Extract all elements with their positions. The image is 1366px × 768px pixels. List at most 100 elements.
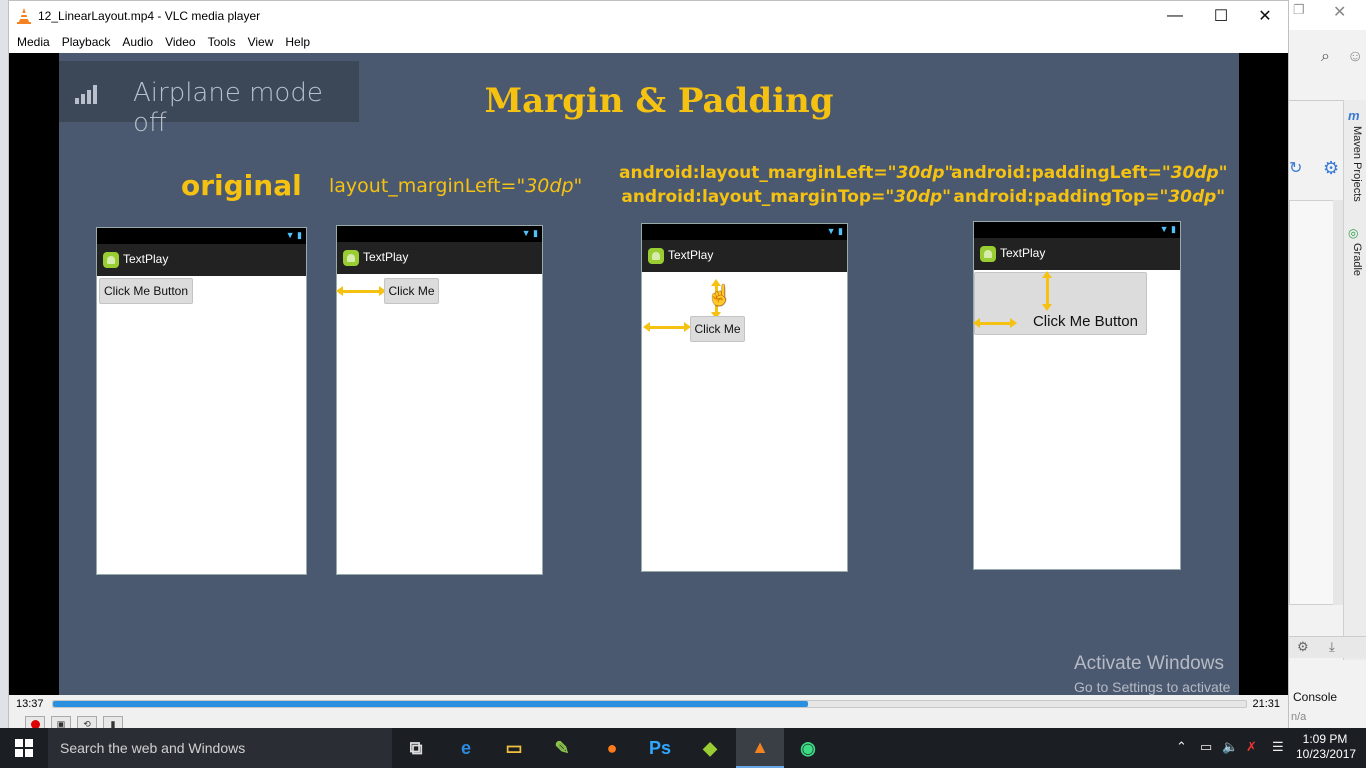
maven-icon: m: [1348, 108, 1360, 123]
header-margin-top-line2-value: "30dp": [885, 187, 952, 207]
firefox-icon[interactable]: ●: [588, 728, 636, 768]
restore-icon[interactable]: ❐: [1293, 2, 1305, 18]
hand-cursor-icon: ☝: [707, 285, 732, 307]
volume-icon[interactable]: 🔈: [1222, 739, 1238, 755]
gradle-icon: ◎: [1348, 226, 1359, 240]
gradle-tab[interactable]: Gradle: [1351, 243, 1363, 276]
android-studio-icon[interactable]: ◉: [784, 728, 832, 768]
header-padding-line2-prefix: android:paddingTop=: [953, 187, 1160, 207]
header-padding: android:paddingLeft="30dp" android:paddi…: [951, 161, 1228, 209]
na-text: n/a: [1291, 711, 1307, 723]
action-bar: TextPlay: [97, 244, 306, 276]
menu-audio[interactable]: Audio: [116, 31, 159, 53]
close-button[interactable]: ✕: [1242, 1, 1288, 31]
photoshop-icon[interactable]: Ps: [636, 728, 684, 768]
watermark-line2: Go to Settings to activate Windows.: [1074, 679, 1231, 695]
menu-playback[interactable]: Playback: [56, 31, 117, 53]
header-padding-line1-value: "30dp": [1161, 163, 1228, 183]
network-disconnected-icon[interactable]: ✗: [1246, 739, 1257, 755]
phone-mockup-original: ▼ ▮ TextPlay Click Me Button: [96, 227, 307, 575]
header-margin-top-line1-prefix: android:layout_marginLeft=: [619, 163, 888, 183]
search-placeholder: Search the web and Windows: [60, 740, 246, 756]
margin-left-arrow: [643, 322, 691, 332]
slide: Airplane mode off Margin & Padding origi…: [59, 53, 1239, 695]
background-ide-window: ❐ ✕ ⌕ ☺ ↻ ⚙ m Maven Projects ◎ Gradle ⚙ …: [1288, 0, 1366, 728]
video-area[interactable]: Airplane mode off Margin & Padding origi…: [9, 53, 1288, 695]
click-me-button: Click Me: [690, 316, 745, 342]
sync-icon[interactable]: ↻: [1289, 158, 1302, 178]
vlc-cone-icon: [17, 8, 31, 24]
search-box[interactable]: Search the web and Windows: [48, 728, 392, 768]
menu-media[interactable]: Media: [11, 31, 56, 53]
header-margin-top: android:layout_marginLeft="30dp" android…: [619, 161, 953, 209]
maximize-button[interactable]: ☐: [1198, 1, 1244, 31]
seek-bar[interactable]: [52, 700, 1247, 708]
notepad-icon[interactable]: ✎: [538, 728, 586, 768]
start-button[interactable]: [0, 728, 48, 768]
header-margin-top-line1-value: "30dp": [887, 163, 954, 183]
app-title: TextPlay: [363, 250, 409, 264]
maven-projects-tab[interactable]: Maven Projects: [1351, 126, 1363, 202]
phone-mockup-padding: ▼ ▮ TextPlay Click Me Button: [973, 221, 1181, 570]
gear-icon[interactable]: ⚙: [1297, 639, 1309, 655]
close-icon[interactable]: ✕: [1333, 2, 1346, 22]
notifications-icon[interactable]: ☰: [1272, 739, 1284, 755]
menu-view[interactable]: View: [242, 31, 280, 53]
action-bar: TextPlay: [642, 240, 847, 272]
menu-bar: Media Playback Audio Video Tools View He…: [9, 31, 1288, 53]
wifi-battery-icon: ▼ ▮: [1159, 224, 1176, 234]
gear-icon[interactable]: ⚙: [1323, 158, 1339, 179]
windows-taskbar: Search the web and Windows ⧉ e ▭ ✎ ● Ps …: [0, 728, 1366, 768]
header-margin-left-prefix: layout_marginLeft=: [329, 175, 517, 197]
status-bar: ▼ ▮: [337, 226, 542, 242]
minimize-button[interactable]: —: [1152, 1, 1198, 31]
ide-bottom-toolbar: ⚙ ⤓: [1289, 636, 1366, 658]
android-icon: [103, 252, 119, 268]
clock-date: 10/23/2017: [1296, 747, 1357, 761]
click-me-button: Click Me Button: [974, 272, 1147, 335]
wifi-battery-icon: ▼ ▮: [521, 228, 538, 238]
app-title: TextPlay: [1000, 246, 1046, 260]
header-margin-left: layout_marginLeft="30dp": [329, 175, 582, 197]
android-sdk-icon[interactable]: ◆: [686, 728, 734, 768]
console-tab[interactable]: Console: [1293, 690, 1337, 704]
phone-mockup-margin-left: ▼ ▮ TextPlay Click Me: [336, 225, 543, 575]
vlc-window: 12_LinearLayout.mp4 - VLC media player —…: [8, 0, 1289, 738]
padding-left-arrow: [973, 318, 1017, 328]
wifi-battery-icon: ▼ ▮: [285, 230, 302, 240]
menu-video[interactable]: Video: [159, 31, 201, 53]
scrollbar[interactable]: [1333, 200, 1343, 605]
android-icon: [343, 250, 359, 266]
battery-icon[interactable]: ▭: [1200, 739, 1212, 755]
window-title: 12_LinearLayout.mp4 - VLC media player: [38, 9, 261, 23]
header-original: original: [181, 169, 302, 202]
header-padding-line1-prefix: android:paddingLeft=: [951, 163, 1162, 183]
android-icon: [648, 248, 664, 264]
app-title: TextPlay: [668, 248, 714, 262]
menu-help[interactable]: Help: [279, 31, 316, 53]
menu-tools[interactable]: Tools: [202, 31, 242, 53]
windows-logo-icon: [15, 739, 33, 757]
action-bar: TextPlay: [337, 242, 542, 274]
vlc-taskbar-icon[interactable]: ▲: [736, 728, 784, 768]
edge-icon[interactable]: e: [442, 728, 490, 768]
total-time: 21:31: [1252, 698, 1280, 710]
android-icon: [980, 246, 996, 262]
clock[interactable]: 1:09 PM 10/23/2017: [1296, 732, 1357, 762]
header-margin-top-line2-prefix: android:layout_marginTop=: [621, 187, 886, 207]
seek-bar-fill: [53, 701, 809, 707]
title-bar[interactable]: 12_LinearLayout.mp4 - VLC media player —…: [9, 1, 1288, 31]
download-icon[interactable]: ⤓: [1329, 639, 1335, 655]
ide-titlebar: ❐ ✕: [1289, 0, 1366, 30]
task-view-icon[interactable]: ⧉: [392, 728, 440, 768]
phone-mockup-margin-top: ▼ ▮ TextPlay Click Me: [641, 223, 848, 572]
elapsed-time: 13:37: [16, 698, 44, 710]
search-icon[interactable]: ⌕: [1321, 48, 1330, 66]
file-explorer-icon[interactable]: ▭: [490, 728, 538, 768]
user-icon[interactable]: ☺: [1347, 48, 1363, 66]
activate-windows-watermark: Activate Windows Go to Settings to activ…: [1074, 653, 1239, 695]
status-bar: ▼ ▮: [97, 228, 306, 244]
wifi-battery-icon: ▼ ▮: [826, 226, 843, 236]
clock-time: 1:09 PM: [1302, 732, 1348, 746]
chevron-up-icon[interactable]: ⌃: [1176, 739, 1187, 755]
